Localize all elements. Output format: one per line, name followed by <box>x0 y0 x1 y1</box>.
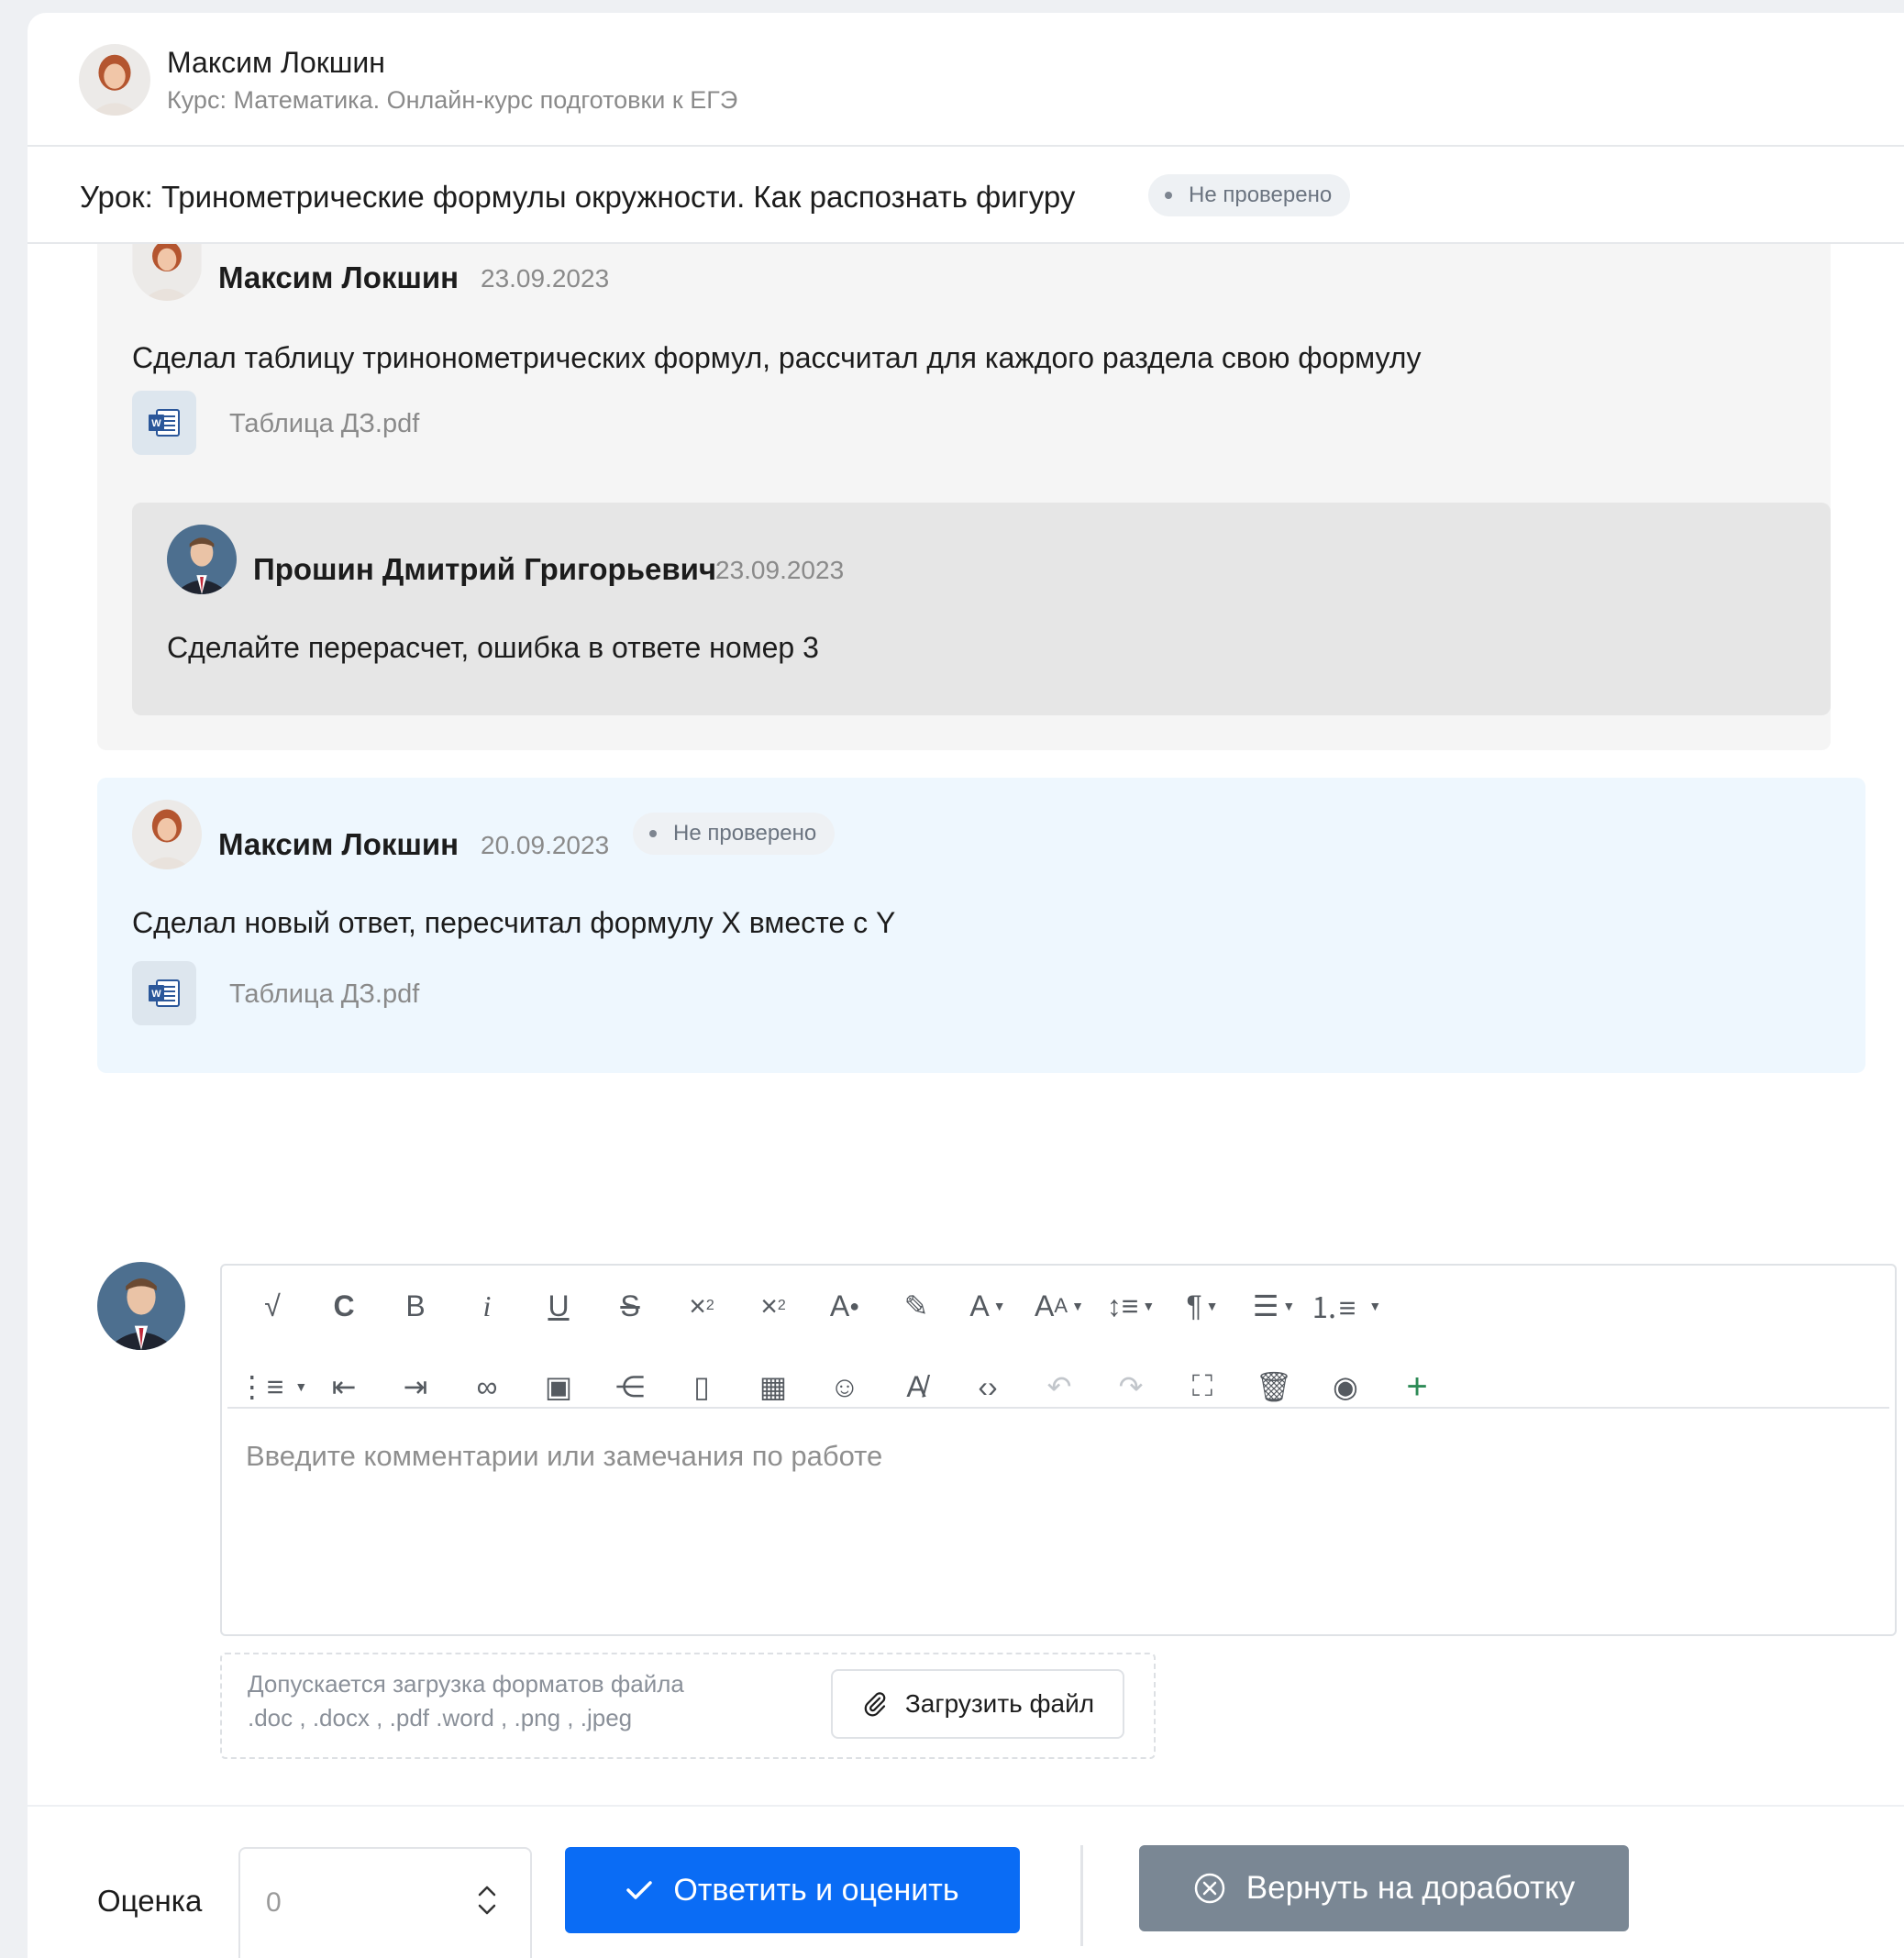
comment-editor: √ C B i U S × 2 × 2 A ● ✎ A ▼ A A ▼ ↕≡ ▼ ¶ ▼ ☰ ▼ … <box>220 1264 1897 1636</box>
footer-vertical-divider <box>1080 1845 1083 1946</box>
grade-stepper[interactable]: 0 <box>238 1847 532 1958</box>
student-name: Максим Локшин <box>167 46 385 79</box>
table-icon[interactable]: ▦ <box>737 1359 809 1414</box>
stepper-arrows-icon[interactable] <box>475 1882 499 1919</box>
footer-divider <box>28 1805 1904 1807</box>
svg-text:W: W <box>151 989 161 1000</box>
emoji-icon[interactable]: ☺ <box>809 1359 880 1414</box>
status-dot-icon <box>1165 192 1172 199</box>
attachment-link[interactable]: Таблица ДЗ.pdf <box>229 409 419 439</box>
status-dot-icon <box>649 830 657 837</box>
answer-date: 20.09.2023 <box>481 831 610 859</box>
attachment-link[interactable]: Таблица ДЗ.pdf <box>229 979 419 1010</box>
text-color-icon[interactable]: A ● <box>809 1278 880 1333</box>
add-icon[interactable]: + <box>1381 1359 1453 1414</box>
image-icon[interactable]: ▣ <box>523 1359 594 1414</box>
upload-hint-line: Допускается загрузка форматов файла <box>248 1670 684 1698</box>
teacher-reply <box>132 503 1831 715</box>
superscript-icon[interactable]: × 2 <box>737 1278 809 1333</box>
subscript-icon[interactable]: × 2 <box>666 1278 737 1333</box>
highlight-icon[interactable]: ✎ <box>880 1278 952 1333</box>
fullscreen-icon[interactable]: ⛶ <box>1167 1359 1238 1414</box>
student-avatar <box>79 44 150 116</box>
font-size-icon[interactable]: A A ▼ <box>1024 1278 1095 1333</box>
review-panel: Максим Локшин Курс: Математика. Онлайн-к… <box>28 13 1904 1958</box>
paragraph-icon[interactable]: ¶ ▼ <box>1167 1278 1238 1333</box>
toolbar-divider <box>227 1407 1889 1409</box>
reply-message: Сделайте перерасчет, ошибка в ответе ном… <box>167 631 819 664</box>
course-name: Курс: Математика. Онлайн-курс подготовки… <box>167 86 738 114</box>
header-divider <box>28 145 1904 147</box>
answer-author: Максим Локшин <box>218 260 459 294</box>
file-icon[interactable]: ▯ <box>666 1359 737 1414</box>
link-icon[interactable]: ∞ <box>451 1359 523 1414</box>
checkmark-icon <box>626 1881 653 1899</box>
teacher-name: Прошин Дмитрий Григорьевич <box>253 552 717 586</box>
status-badge: Не проверено <box>633 813 836 855</box>
status-badge-label: Не проверено <box>673 821 817 846</box>
paperclip-icon <box>864 1692 886 1717</box>
line-height-icon[interactable]: ↕≡ ▼ <box>1095 1278 1167 1333</box>
strikethrough-icon[interactable]: S <box>594 1278 666 1333</box>
file-upload-area[interactable]: Допускается загрузка форматов файла .doc… <box>220 1653 1156 1759</box>
comment-input[interactable]: Введите комментарии или замечания по раб… <box>246 1440 882 1473</box>
upload-hint: Допускается загрузка форматов файла .doc… <box>248 1667 684 1735</box>
undo-icon[interactable]: ↶ <box>1024 1359 1095 1414</box>
answer-author: Максим Локшин <box>218 827 459 861</box>
return-for-revision-label: Вернуть на доработку <box>1245 1870 1576 1906</box>
code-icon[interactable]: ‹› <box>952 1359 1024 1414</box>
preview-icon[interactable]: ◉ <box>1310 1359 1381 1414</box>
underline-icon[interactable]: U <box>523 1278 594 1333</box>
share-icon[interactable]: ⋲ <box>594 1359 666 1414</box>
bullet-list-icon[interactable]: ⋮≡ ▼ <box>237 1359 308 1414</box>
grade-value[interactable]: 0 <box>266 1887 282 1919</box>
answer-date: 23.09.2023 <box>481 264 610 293</box>
status-badge-label: Не проверено <box>1189 183 1333 207</box>
submit-grade-button[interactable]: Ответить и оценить <box>565 1847 1020 1933</box>
bold-icon[interactable]: B <box>380 1278 451 1333</box>
redo-icon[interactable]: ↷ <box>1095 1359 1167 1414</box>
upload-file-button[interactable]: Загрузить файл <box>831 1669 1124 1739</box>
return-for-revision-button[interactable]: Вернуть на доработку <box>1139 1845 1629 1931</box>
answer-message: Сделал таблицу тринонометрических формул… <box>132 341 1422 374</box>
clear-format-icon[interactable]: C <box>308 1278 380 1333</box>
answer-message: Сделал новый ответ, пересчитал формулу X… <box>132 906 896 939</box>
svg-text:W: W <box>151 418 161 429</box>
clear-text-icon[interactable]: A̸ <box>880 1359 952 1414</box>
grade-label: Оценка <box>97 1884 203 1918</box>
author-avatar <box>132 800 202 869</box>
upload-hint-line: .doc , .docx , .pdf .word , .png , .jpeg <box>248 1704 633 1731</box>
status-badge: Не проверено <box>1148 174 1351 216</box>
word-file-icon[interactable]: W <box>132 961 196 1025</box>
ordered-list-icon[interactable]: ⒈≡ ▼ <box>1310 1278 1382 1333</box>
delete-icon[interactable]: 🗑 <box>1238 1359 1310 1414</box>
lesson-title: Урок: Тринометрические формулы окружност… <box>80 180 1076 214</box>
upload-file-label: Загрузить файл <box>904 1689 1095 1718</box>
submit-grade-label: Ответить и оценить <box>673 1872 959 1908</box>
align-icon[interactable]: ☰ ▼ <box>1238 1278 1310 1333</box>
indent-icon[interactable]: ⇥ <box>380 1359 451 1414</box>
word-file-icon[interactable]: W <box>132 391 196 455</box>
close-circle-icon <box>1194 1873 1225 1904</box>
font-family-icon[interactable]: A ▼ <box>952 1278 1024 1333</box>
teacher-avatar <box>97 1262 185 1350</box>
check-icon[interactable]: √ <box>237 1278 308 1333</box>
teacher-avatar <box>167 525 237 594</box>
italic-icon[interactable]: i <box>451 1278 523 1333</box>
reply-date: 23.09.2023 <box>715 556 845 584</box>
outdent-icon[interactable]: ⇤ <box>308 1359 380 1414</box>
